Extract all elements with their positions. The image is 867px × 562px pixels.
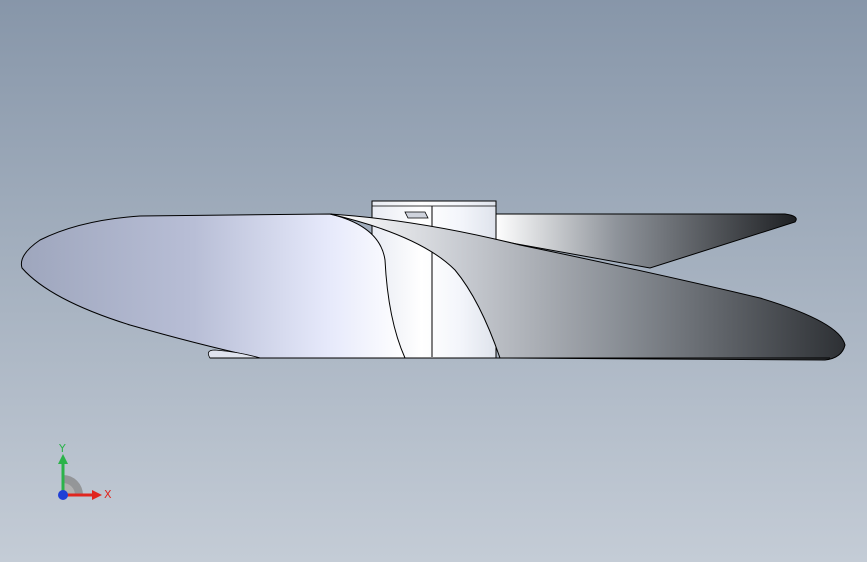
view-orientation-triad: Y X bbox=[48, 440, 118, 510]
hub-notch bbox=[404, 211, 429, 219]
triad-x-label: X bbox=[104, 488, 112, 501]
propeller-left-blade bbox=[20, 213, 406, 359]
propeller-model[interactable] bbox=[0, 0, 867, 562]
triad-y-arrow-icon bbox=[58, 454, 68, 464]
triad-graphic: Y X bbox=[58, 442, 112, 501]
triad-y-label: Y bbox=[58, 442, 66, 455]
triad-z-origin bbox=[58, 490, 68, 500]
triad-x-arrow-icon bbox=[92, 490, 102, 500]
graphics-viewport[interactable]: Y X bbox=[0, 0, 867, 562]
